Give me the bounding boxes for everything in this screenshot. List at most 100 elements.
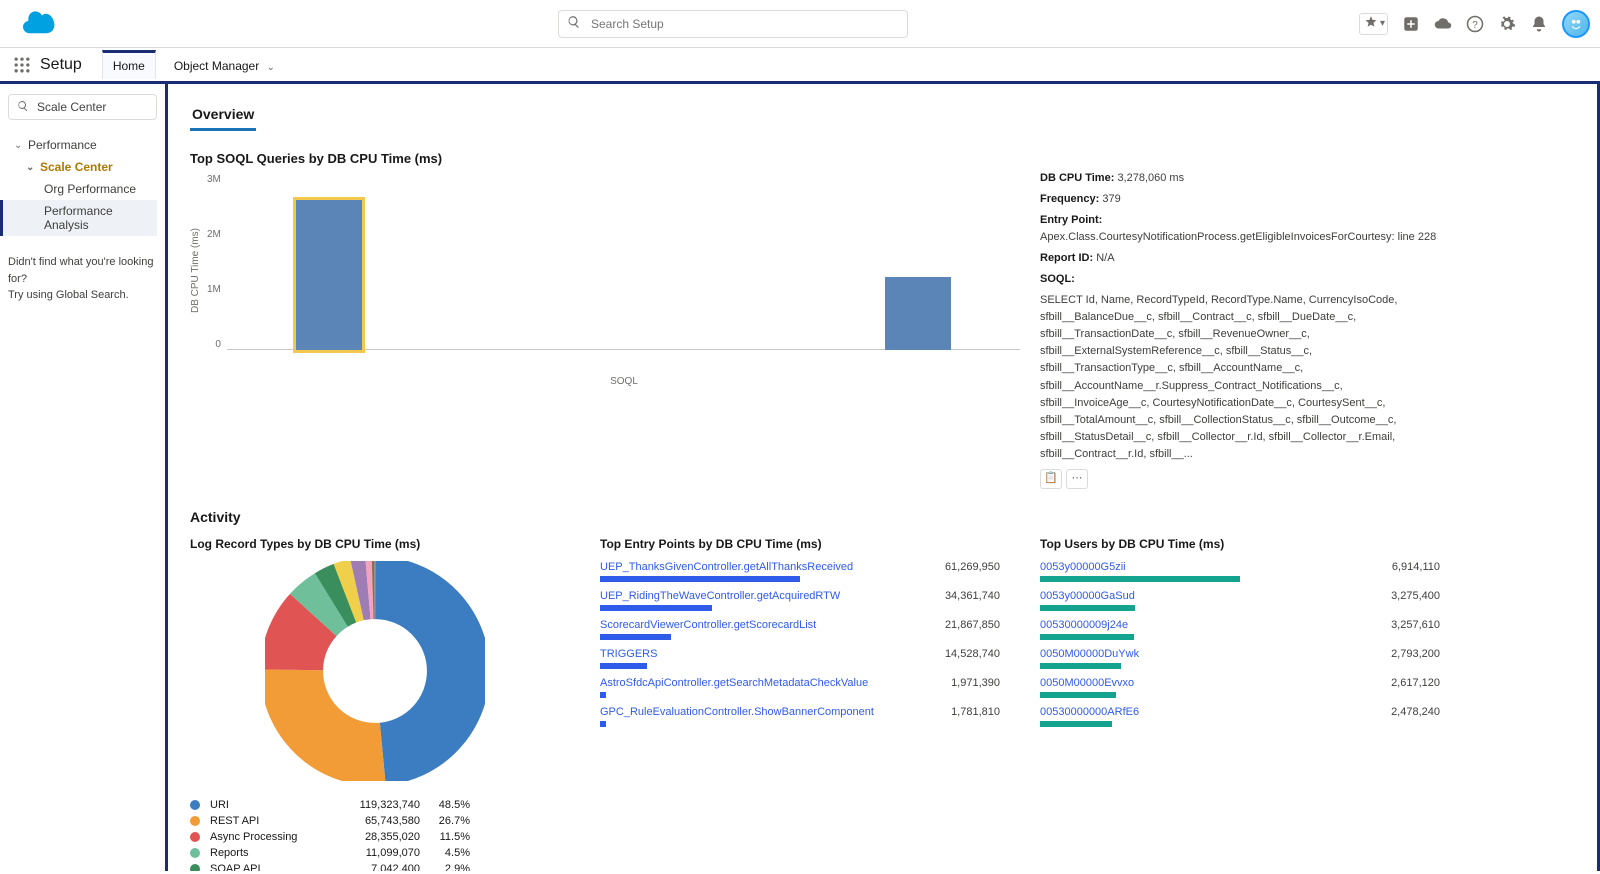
legend-value: 119,323,740 [350, 799, 420, 811]
entry-link[interactable]: 0053y00000GaSud [1040, 590, 1135, 602]
legend-value: 11,099,070 [350, 847, 420, 859]
y-axis-label: DB CPU Time (ms) [190, 228, 201, 313]
x-axis-label: SOQL [228, 376, 1020, 387]
entry-value: 21,867,850 [945, 619, 1000, 631]
tree-scale-center[interactable]: ⌄Scale Center [8, 156, 157, 178]
list-item: 00530000000ARfE62,478,240 [1040, 706, 1440, 727]
detail-freq-value: 379 [1102, 193, 1120, 205]
add-icon[interactable] [1402, 15, 1420, 33]
soql-bar-chart[interactable]: DB CPU Time (ms) 3M 2M 1M 0 [190, 170, 1020, 370]
bar-fill [1040, 692, 1116, 698]
sidebar-quickfind-input[interactable] [35, 99, 168, 115]
page-tab-overview[interactable]: Overview [190, 102, 256, 131]
entry-link[interactable]: 0050M00000Evvxo [1040, 677, 1134, 689]
bar-slot[interactable] [235, 190, 423, 370]
bar-fill [600, 692, 606, 698]
chevron-down-icon: ⌄ [14, 140, 24, 151]
entry-link[interactable]: TRIGGERS [600, 648, 657, 660]
bar-slot[interactable] [627, 190, 815, 370]
entry-link[interactable]: 00530000000ARfE6 [1040, 706, 1139, 718]
help-icon[interactable]: ? [1466, 15, 1484, 33]
entry-link[interactable]: 00530000009j24e [1040, 619, 1128, 631]
copy-button[interactable]: 📋 [1040, 469, 1062, 489]
entry-link[interactable]: AstroSfdcApiController.getSearchMetadata… [600, 677, 868, 689]
app-name: Setup [40, 56, 82, 74]
bar-track [1040, 721, 1240, 727]
global-search-box[interactable] [558, 10, 908, 38]
entry-value: 1,781,810 [951, 706, 1000, 718]
legend-row[interactable]: URI119,323,74048.5% [190, 797, 560, 813]
legend-swatch-icon [190, 832, 200, 842]
salesforce-cloud-logo-icon[interactable] [10, 9, 58, 38]
list-item: 0050M00000DuYwk 2,793,200 [1040, 648, 1440, 669]
list-item: UEP_ThanksGivenController.getAllThanksRe… [600, 561, 1000, 582]
detail-soql-text: SELECT Id, Name, RecordTypeId, RecordTyp… [1040, 292, 1440, 462]
global-actions: ▾ ? [1359, 10, 1590, 38]
legend-pct: 2.9% [430, 863, 470, 871]
main-content: Overview Top SOQL Queries by DB CPU Time… [168, 84, 1600, 871]
global-search-input[interactable] [589, 16, 899, 32]
bar-fill [600, 721, 606, 727]
legend-pct: 26.7% [430, 815, 470, 827]
legend-swatch-icon [190, 800, 200, 810]
legend-pct: 4.5% [430, 847, 470, 859]
legend-row[interactable]: Async Processing28,355,02011.5% [190, 829, 560, 845]
entry-link[interactable]: UEP_ThanksGivenController.getAllThanksRe… [600, 561, 853, 573]
bar-fill [1040, 634, 1134, 640]
detail-entry-label: Entry Point: [1040, 214, 1102, 226]
bar[interactable] [885, 277, 951, 350]
entry-points-title: Top Entry Points by DB CPU Time (ms) [600, 537, 1000, 551]
log-record-donut-chart[interactable] [265, 561, 485, 781]
bar-fill [1040, 721, 1112, 727]
legend-row[interactable]: SOAP API7,042,4002.9% [190, 861, 560, 871]
entry-link[interactable]: ScorecardViewerController.getScorecardLi… [600, 619, 816, 631]
sidebar-quickfind[interactable] [8, 94, 157, 120]
legend-row[interactable]: Reports11,099,0704.5% [190, 845, 560, 861]
y-ticks: 3M 2M 1M 0 [201, 170, 227, 370]
tab-home[interactable]: Home [102, 50, 156, 79]
bar-slot[interactable] [824, 190, 1012, 370]
legend-pct: 48.5% [430, 799, 470, 811]
bar-fill [600, 634, 671, 640]
detail-freq-label: Frequency: [1040, 193, 1099, 205]
bar-track [1040, 634, 1240, 640]
tree-performance-analysis[interactable]: Performance Analysis [0, 200, 157, 236]
entry-link[interactable]: 0050M00000DuYwk [1040, 648, 1139, 660]
star-icon [1364, 15, 1378, 32]
list-item: 0053y00000GaSud3,275,400 [1040, 590, 1440, 611]
tab-object-manager[interactable]: Object Manager ⌄ [164, 50, 285, 79]
entry-value: 14,528,740 [945, 648, 1000, 660]
donut-legend: URI119,323,74048.5%REST API65,743,58026.… [190, 797, 560, 871]
tree-label: Performance [28, 138, 97, 152]
bar-track [1040, 605, 1240, 611]
bar[interactable] [296, 200, 362, 350]
entry-link[interactable]: GPC_RuleEvaluationController.ShowBannerC… [600, 706, 874, 718]
bar-fill [600, 663, 647, 669]
bar-slot[interactable] [431, 190, 619, 370]
tree-label: Performance Analysis [44, 204, 157, 232]
entry-link[interactable]: 0053y00000G5zii [1040, 561, 1126, 573]
tree-performance[interactable]: ⌄ Performance [8, 134, 157, 156]
bar-track [600, 663, 800, 669]
cloud-sync-icon[interactable] [1434, 15, 1452, 33]
top-users-panel: Top Users by DB CPU Time (ms) 0053y00000… [1040, 537, 1440, 871]
user-avatar[interactable] [1562, 10, 1590, 38]
bar-track [1040, 663, 1240, 669]
sidebar-global-search-hint: Didn't find what you're looking for? Try… [8, 254, 157, 304]
entry-value: 2,793,200 [1391, 648, 1440, 660]
search-icon [17, 100, 29, 115]
tree-org-performance[interactable]: Org Performance [8, 178, 157, 200]
bar-track [1040, 576, 1240, 582]
entry-link[interactable]: UEP_RidingTheWaveController.getAcquiredR… [600, 590, 840, 602]
bar-fill [600, 576, 800, 582]
detail-report-value: N/A [1096, 252, 1114, 264]
favorites-dropdown[interactable]: ▾ [1359, 13, 1388, 35]
bar-track [600, 721, 800, 727]
bar-track [600, 576, 800, 582]
bar-fill [1040, 576, 1240, 582]
legend-row[interactable]: REST API65,743,58026.7% [190, 813, 560, 829]
notifications-bell-icon[interactable] [1530, 15, 1548, 33]
app-launcher-waffle-icon[interactable] [12, 55, 32, 75]
gear-icon[interactable] [1498, 15, 1516, 33]
more-actions-button[interactable]: ⋯ [1066, 469, 1088, 489]
